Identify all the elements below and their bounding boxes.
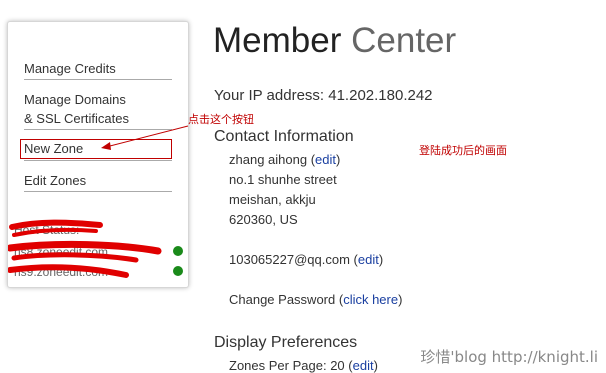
contact-info-heading: Contact Information <box>214 128 354 145</box>
contact-email-line: 103065227@qq.com (edit) <box>229 252 384 267</box>
status-online-icon <box>173 266 183 276</box>
display-preferences-heading: Display Preferences <box>214 334 358 351</box>
ip-address-value: 41.202.180.242 <box>328 87 433 104</box>
contact-street: no.1 shunhe street <box>229 172 337 187</box>
change-password-label: Change Password <box>229 292 336 307</box>
annotation-click-button: 点击这个按钮 <box>188 113 254 126</box>
host-status-label: Host Status: <box>14 223 80 237</box>
sidebar-item-label-line2: & SSL Certificates <box>24 111 130 126</box>
ip-address-label: Your IP address: <box>214 87 325 104</box>
sidebar-panel: Manage Credits Manage Domains & SSL Cert… <box>7 21 189 288</box>
edit-email-link[interactable]: edit <box>358 252 379 267</box>
host-status-row: ns8.zoneedit.com <box>14 245 109 259</box>
sidebar-item-label: New Zone <box>20 139 172 159</box>
watermark: 珍惜'blog http://knight.li <box>420 348 598 366</box>
page-title: Member Center <box>213 20 456 62</box>
sidebar-item-manage-credits[interactable]: Manage Credits <box>24 59 172 80</box>
sidebar-item-label-line1: Manage Domains <box>24 92 126 107</box>
edit-contact-link[interactable]: edit <box>315 152 336 167</box>
change-password-link[interactable]: click here <box>343 292 398 307</box>
sidebar-item-new-zone[interactable]: New Zone <box>20 139 172 161</box>
annotation-after-login: 登陆成功后的画面 <box>419 144 507 157</box>
contact-name: zhang aihong <box>229 152 308 167</box>
contact-postal: 620360, US <box>229 212 298 227</box>
page-title-part2: Center <box>351 21 457 60</box>
contact-email: 103065227@qq.com <box>229 252 350 267</box>
contact-name-line: zhang aihong (edit) <box>229 152 341 167</box>
sidebar-item-manage-domains[interactable]: Manage Domains & SSL Certificates <box>24 90 172 130</box>
ip-address-line: Your IP address: 41.202.180.242 <box>214 87 433 104</box>
host-status-row: ns9.zoneedit.com <box>14 265 109 279</box>
sidebar-item-edit-zones[interactable]: Edit Zones <box>24 171 172 192</box>
sidebar-item-label: Manage Credits <box>24 61 116 76</box>
status-online-icon <box>173 246 183 256</box>
sidebar-item-label: Edit Zones <box>24 173 87 188</box>
page-title-part1: Member <box>213 21 342 60</box>
change-password-line: Change Password (click here) <box>229 292 403 307</box>
contact-city: meishan, akkju <box>229 192 316 207</box>
